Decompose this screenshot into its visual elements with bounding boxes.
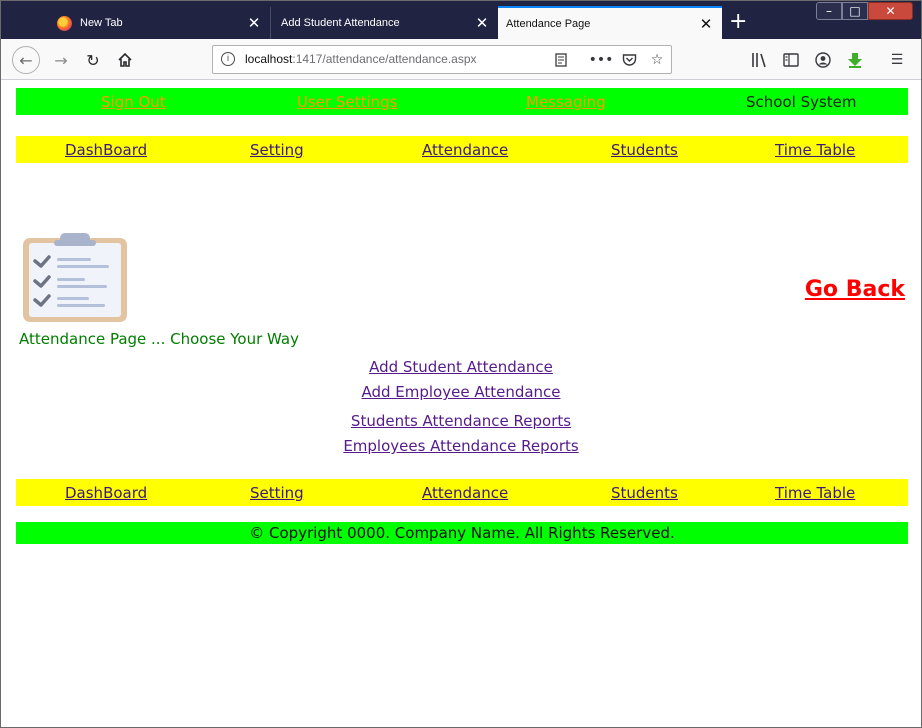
library-icon[interactable] bbox=[749, 49, 771, 71]
add-student-attendance-link[interactable]: Add Student Attendance bbox=[369, 358, 553, 376]
close-icon[interactable]: ✕ bbox=[472, 14, 492, 32]
minimize-window-icon[interactable]: – bbox=[816, 2, 842, 20]
site-info-icon[interactable]: i bbox=[221, 52, 235, 66]
navigation-toolbar: ← → ↻ i localhost:1417/attendance/attend… bbox=[1, 39, 921, 80]
nav-students-link[interactable]: Students bbox=[611, 141, 678, 159]
link-row: Employees Attendance Reports bbox=[1, 436, 921, 455]
account-icon[interactable] bbox=[812, 49, 834, 71]
tab-label: Add Student Attendance bbox=[281, 17, 400, 29]
go-back-link[interactable]: Go Back bbox=[805, 277, 905, 302]
employees-attendance-reports-link[interactable]: Employees Attendance Reports bbox=[343, 437, 578, 455]
back-arrow-icon[interactable]: ← bbox=[12, 46, 40, 74]
more-actions-icon[interactable]: ••• bbox=[589, 50, 614, 70]
user-settings-link[interactable]: User Settings bbox=[297, 93, 397, 111]
reload-icon[interactable]: ↻ bbox=[79, 46, 107, 74]
nav-dashboard-link[interactable]: DashBoard bbox=[65, 484, 147, 502]
browser-window: New Tab ✕ Add Student Attendance ✕ Atten… bbox=[0, 0, 922, 728]
hamburger-menu-icon[interactable]: ☰ bbox=[886, 49, 908, 71]
link-row: Students Attendance Reports bbox=[1, 411, 921, 430]
top-nav-bar: DashBoard Setting Attendance Students Ti… bbox=[16, 136, 908, 163]
reader-view-icon[interactable] bbox=[551, 50, 571, 70]
download-arrow-icon[interactable] bbox=[844, 49, 866, 71]
nav-setting-link[interactable]: Setting bbox=[250, 141, 304, 159]
messaging-link[interactable]: Messaging bbox=[526, 93, 606, 111]
tab-add-student-attendance[interactable]: Add Student Attendance ✕ bbox=[272, 7, 498, 39]
bookmark-star-icon[interactable]: ☆ bbox=[647, 50, 667, 70]
nav-attendance-link[interactable]: Attendance bbox=[422, 484, 508, 502]
students-attendance-reports-link[interactable]: Students Attendance Reports bbox=[351, 412, 571, 430]
title-bar: New Tab ✕ Add Student Attendance ✕ Atten… bbox=[1, 1, 921, 39]
link-row: Add Student Attendance bbox=[1, 357, 921, 376]
nav-dashboard-link[interactable]: DashBoard bbox=[65, 141, 147, 159]
forward-arrow-icon[interactable]: → bbox=[47, 46, 75, 74]
nav-attendance-link[interactable]: Attendance bbox=[422, 141, 508, 159]
tab-label: New Tab bbox=[80, 17, 123, 29]
web-page: Sign Out User Settings Messaging School … bbox=[1, 81, 921, 727]
bottom-nav-bar: DashBoard Setting Attendance Students Ti… bbox=[16, 479, 908, 506]
close-icon[interactable]: ✕ bbox=[696, 15, 716, 33]
nav-time-table-link[interactable]: Time Table bbox=[775, 484, 855, 502]
close-window-icon[interactable]: ✕ bbox=[868, 2, 913, 20]
tab-label: Attendance Page bbox=[506, 17, 591, 30]
url-text[interactable]: localhost:1417/attendance/attendance.asp… bbox=[245, 52, 477, 66]
home-icon[interactable] bbox=[111, 46, 139, 74]
sidebar-icon[interactable] bbox=[780, 49, 802, 71]
nav-students-link[interactable]: Students bbox=[611, 484, 678, 502]
sign-out-link[interactable]: Sign Out bbox=[101, 93, 166, 111]
add-employee-attendance-link[interactable]: Add Employee Attendance bbox=[361, 383, 560, 401]
close-icon[interactable]: ✕ bbox=[244, 14, 264, 32]
nav-setting-link[interactable]: Setting bbox=[250, 484, 304, 502]
header-bar: Sign Out User Settings Messaging School … bbox=[16, 88, 908, 115]
firefox-logo-icon bbox=[57, 15, 72, 31]
link-row: Add Employee Attendance bbox=[1, 382, 921, 401]
nav-time-table-link[interactable]: Time Table bbox=[775, 141, 855, 159]
url-bar[interactable]: i localhost:1417/attendance/attendance.a… bbox=[212, 45, 672, 74]
page-caption: Attendance Page ... Choose Your Way bbox=[19, 330, 299, 348]
footer-bar: © Copyright 0000. Company Name. All Righ… bbox=[16, 522, 908, 544]
maximize-window-icon[interactable]: □ bbox=[842, 2, 868, 20]
pocket-icon[interactable] bbox=[619, 50, 639, 70]
new-tab-plus-icon[interactable]: + bbox=[729, 11, 747, 33]
attendance-clipboard-icon bbox=[23, 233, 127, 322]
copyright-text: © Copyright 0000. Company Name. All Righ… bbox=[249, 524, 675, 542]
tab-new-tab[interactable]: New Tab ✕ bbox=[47, 7, 271, 39]
tab-attendance-page[interactable]: Attendance Page ✕ bbox=[498, 6, 722, 39]
site-brand: School System bbox=[746, 93, 857, 111]
